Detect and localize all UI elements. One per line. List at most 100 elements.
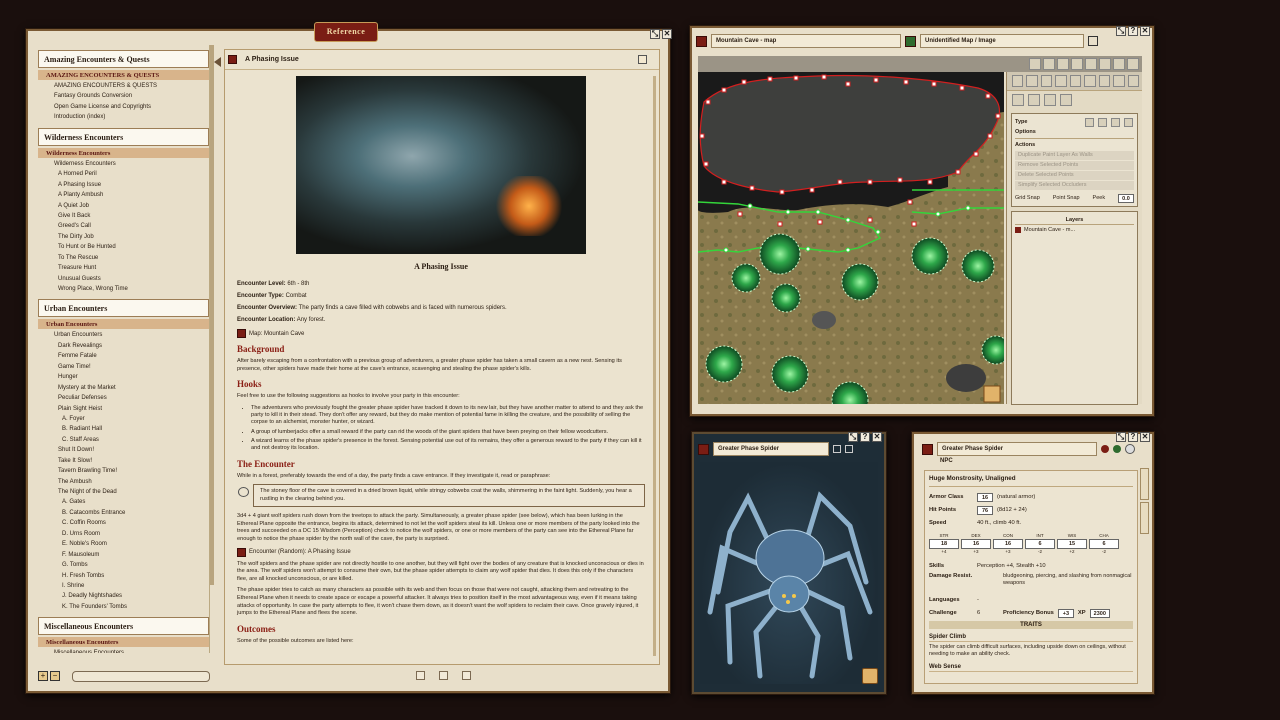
- toc-item[interactable]: Miscellaneous Encounters: [38, 648, 209, 653]
- toc-item[interactable]: C. Staff Areas: [38, 435, 209, 445]
- toc-item[interactable]: D. Urns Room: [38, 529, 209, 539]
- remove-icon[interactable]: −: [50, 671, 60, 681]
- toc-item[interactable]: B. Radiant Hall: [38, 424, 209, 434]
- close-icon[interactable]: ✕: [662, 29, 672, 39]
- lock-icon[interactable]: [638, 55, 647, 64]
- ability-score[interactable]: 16: [961, 539, 991, 549]
- type-terrain-icon[interactable]: [1124, 117, 1133, 127]
- select-icon[interactable]: [1026, 75, 1038, 87]
- map-subtitle-field[interactable]: Unidentified Map / Image: [920, 34, 1084, 48]
- reference-tab[interactable]: Reference: [314, 22, 378, 42]
- grid-icon[interactable]: [833, 445, 841, 453]
- ability-score[interactable]: 18: [929, 539, 959, 549]
- resize-icon[interactable]: ⤡: [848, 432, 858, 442]
- battle-map[interactable]: [698, 72, 1004, 404]
- wall-icon[interactable]: [1098, 75, 1111, 87]
- ac-value[interactable]: 16: [977, 492, 993, 502]
- npc-name-field[interactable]: Greater Phase Spider: [937, 442, 1097, 456]
- toc-section-header[interactable]: Wilderness Encounters: [38, 147, 209, 158]
- resize-icon[interactable]: ⤡: [1116, 26, 1126, 36]
- action-button[interactable]: Simplify Selected Occluders: [1015, 181, 1134, 190]
- toc-group-header[interactable]: Miscellaneous Encounters: [38, 617, 209, 636]
- close-icon[interactable]: ✕: [1140, 432, 1150, 442]
- id-icon[interactable]: [1101, 445, 1109, 453]
- grid-icon[interactable]: [1069, 75, 1082, 87]
- toc-item[interactable]: AMAZING ENCOUNTERS & QUESTS: [38, 81, 209, 91]
- rectangle-icon[interactable]: [1044, 94, 1056, 106]
- toc-item[interactable]: A Planty Ambush: [38, 190, 209, 200]
- layers-icon[interactable]: [1113, 58, 1125, 70]
- toc-item[interactable]: Peculiar Defenses: [38, 393, 209, 403]
- toc-item[interactable]: Dark Revealings: [38, 341, 209, 351]
- encounter-link[interactable]: Encounter (Random): A Phasing Issue: [237, 547, 645, 557]
- document-scrollbar[interactable]: [653, 76, 656, 656]
- toc-section-header[interactable]: Urban Encounters: [38, 319, 209, 330]
- map-title-field[interactable]: Mountain Cave - map: [711, 34, 901, 48]
- toc-item[interactable]: To Hunt or Be Hunted: [38, 242, 209, 252]
- toc-item[interactable]: Plain Sight Heist: [38, 404, 209, 414]
- toc-item[interactable]: K. The Founders' Tombs: [38, 602, 209, 612]
- close-icon[interactable]: ✕: [872, 432, 882, 442]
- type-door-icon[interactable]: [1098, 117, 1107, 127]
- ability-score[interactable]: 16: [993, 539, 1023, 549]
- toc-item[interactable]: Introduction (index): [38, 112, 209, 122]
- action-button[interactable]: Duplicate Paint Layer As Walls: [1015, 151, 1134, 160]
- toc-item[interactable]: A Horned Peril: [38, 169, 209, 179]
- next-page-icon[interactable]: [462, 671, 471, 680]
- share-icon[interactable]: [1088, 36, 1098, 46]
- toc-section-header[interactable]: AMAZING ENCOUNTERS & QUESTS: [38, 70, 209, 80]
- toc-item[interactable]: G. Tombs: [38, 560, 209, 570]
- toc-scrollbar[interactable]: [210, 45, 214, 585]
- toc-group-header[interactable]: Amazing Encounters & Quests: [38, 50, 209, 68]
- toc-item[interactable]: Wrong Place, Wrong Time: [38, 284, 209, 294]
- toc-item[interactable]: A. Foyer: [38, 414, 209, 424]
- type-wall-icon[interactable]: [1085, 117, 1094, 127]
- toggle-icon[interactable]: [1127, 58, 1139, 70]
- zoom-to-icon[interactable]: [1043, 58, 1055, 70]
- ability-score[interactable]: 6: [1025, 539, 1055, 549]
- help-icon[interactable]: ?: [1128, 432, 1138, 442]
- toc-item[interactable]: A Quiet Job: [38, 201, 209, 211]
- toc-group-header[interactable]: Wilderness Encounters: [38, 127, 209, 146]
- toc-search-input[interactable]: [72, 671, 210, 682]
- toc-item[interactable]: Shut It Down!: [38, 445, 209, 455]
- help-icon[interactable]: ?: [1128, 26, 1138, 36]
- toc-item[interactable]: The Night of the Dead: [38, 487, 209, 497]
- add-icon[interactable]: +: [38, 671, 48, 681]
- grid-icon[interactable]: [1071, 58, 1083, 70]
- toc-item[interactable]: Take It Slow!: [38, 456, 209, 466]
- id-icon[interactable]: [905, 35, 916, 47]
- map-link[interactable]: Map: Mountain Cave: [237, 329, 645, 338]
- brush-icon[interactable]: [1040, 75, 1053, 87]
- toc-item[interactable]: Unusual Guests: [38, 274, 209, 284]
- toc-item[interactable]: A Phasing Issue: [38, 180, 209, 190]
- toc-item[interactable]: Game Time!: [38, 362, 209, 372]
- toc-item[interactable]: Urban Encounters: [38, 330, 209, 340]
- toc-item[interactable]: I. Shrine: [38, 581, 209, 591]
- collapse-arrow-icon[interactable]: [214, 57, 221, 67]
- ruler-icon[interactable]: [1099, 58, 1111, 70]
- toc-item[interactable]: To The Rescue: [38, 253, 209, 263]
- toc-item[interactable]: H. Fresh Tombs: [38, 571, 209, 581]
- toc-item[interactable]: A. Gates: [38, 497, 209, 507]
- toc-item[interactable]: Mystery at the Market: [38, 383, 209, 393]
- token-title-field[interactable]: Greater Phase Spider: [713, 442, 829, 456]
- proficiency-value[interactable]: +3: [1057, 608, 1074, 618]
- color-icon[interactable]: [1012, 75, 1024, 87]
- type-window-icon[interactable]: [1111, 117, 1120, 127]
- table-icon[interactable]: [1127, 75, 1139, 87]
- toc-item[interactable]: Fantasy Grounds Conversion: [38, 91, 209, 101]
- ability-score[interactable]: 15: [1057, 539, 1087, 549]
- close-icon[interactable]: ✕: [1140, 26, 1150, 36]
- effects-icon[interactable]: [1055, 75, 1067, 87]
- line-icon[interactable]: [1028, 94, 1040, 106]
- pin-icon[interactable]: [1085, 58, 1097, 70]
- toc-item[interactable]: Give It Back: [38, 211, 209, 221]
- toc-section-header[interactable]: Miscellaneous Encounters: [38, 637, 209, 648]
- zoom-fit-icon[interactable]: [1029, 58, 1041, 70]
- toc-item[interactable]: Treasure Hunt: [38, 263, 209, 273]
- circle-icon[interactable]: [1060, 94, 1072, 106]
- action-button[interactable]: Delete Selected Points: [1015, 171, 1134, 180]
- share-token-button[interactable]: [862, 668, 878, 684]
- toc-item[interactable]: The Dirty Job: [38, 232, 209, 242]
